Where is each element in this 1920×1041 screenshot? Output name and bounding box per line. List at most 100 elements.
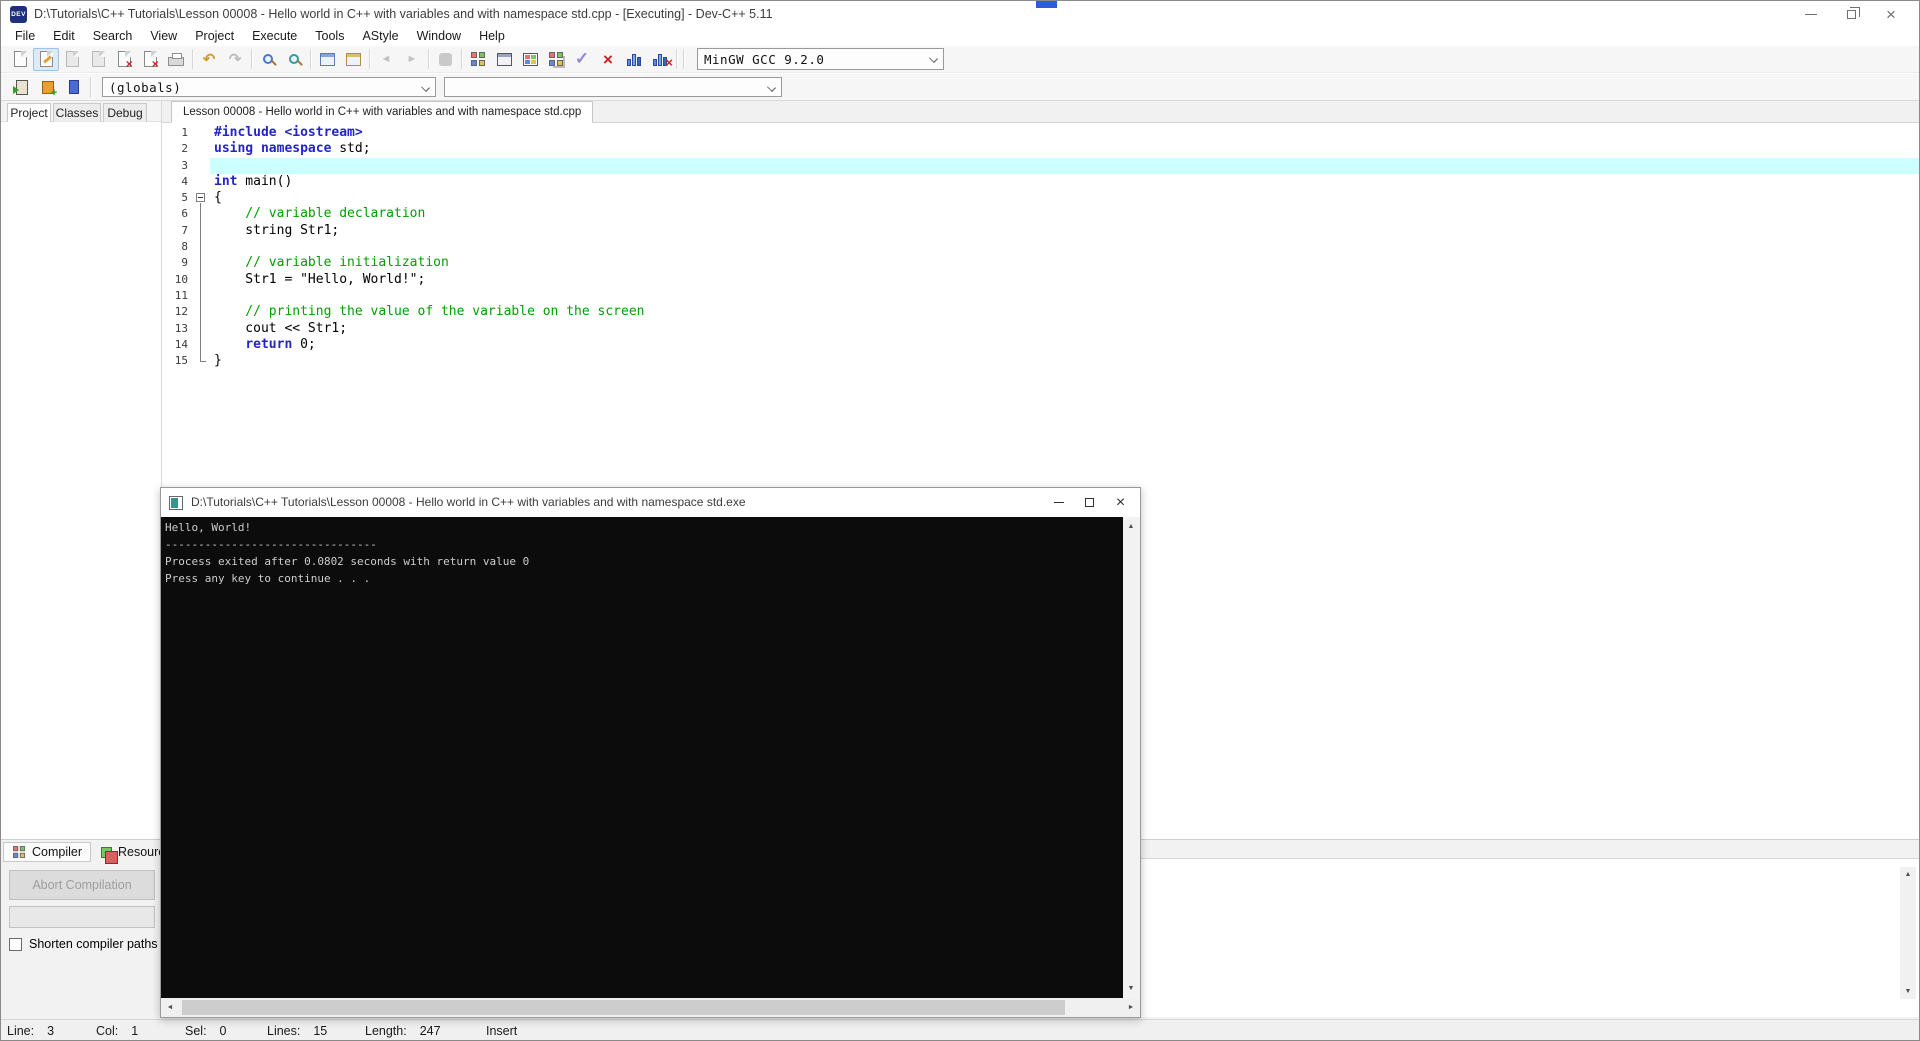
code-line-14[interactable]: 14 return 0; (162, 337, 1919, 353)
fold-margin[interactable] (192, 190, 210, 206)
goto-bookmarks-button[interactable] (61, 76, 87, 99)
back-button[interactable]: ◄ (373, 48, 399, 71)
code-line-12[interactable]: 12 // printing the value of the variable… (162, 304, 1919, 320)
toolbar-separator (428, 49, 429, 69)
code-line-11[interactable]: 11 (162, 288, 1919, 304)
insert-icon (16, 80, 28, 95)
console-output[interactable]: Hello, World!---------------------------… (161, 517, 1140, 998)
editor-tabstrip: Lesson 00008 - Hello world in C++ with v… (162, 101, 1919, 123)
compile-button[interactable] (465, 48, 491, 71)
code-line-15[interactable]: 15} (162, 353, 1919, 369)
code-line-1[interactable]: 1#include <iostream> (162, 125, 1919, 141)
code-line-4[interactable]: 4int main() (162, 174, 1919, 190)
rebuild-all-icon (549, 52, 563, 66)
insert-button[interactable] (9, 76, 35, 99)
fold-collapse-icon[interactable] (196, 193, 205, 202)
menu-item-2[interactable]: Search (84, 28, 142, 45)
toggle-bookmarks-icon (42, 81, 54, 94)
code-line-5[interactable]: 5{ (162, 190, 1919, 206)
save-button[interactable] (59, 48, 85, 71)
code-line-2[interactable]: 2using namespace std; (162, 141, 1919, 157)
menu-item-3[interactable]: View (141, 28, 186, 45)
globals-select[interactable]: (globals) (102, 77, 436, 97)
rebuild-all-button[interactable] (543, 48, 569, 71)
toggle-bookmarks-button[interactable] (35, 76, 61, 99)
menu-item-1[interactable]: Edit (44, 28, 84, 45)
console-window: D:\Tutorials\C++ Tutorials\Lesson 00008 … (160, 487, 1141, 1018)
compile-run-button[interactable] (517, 48, 543, 71)
save-all-button[interactable] (85, 48, 111, 71)
menu-item-7[interactable]: AStyle (353, 28, 407, 45)
profile-button[interactable] (621, 48, 647, 71)
code-line-6[interactable]: 6 // variable declaration (162, 206, 1919, 222)
scroll-right-icon[interactable]: ► (1122, 998, 1140, 1017)
undo-button[interactable]: ↶ (196, 48, 222, 71)
console-maximize-button[interactable] (1074, 488, 1105, 517)
menu-item-5[interactable]: Execute (243, 28, 306, 45)
goto-line-button[interactable] (314, 48, 340, 71)
shorten-paths-checkbox[interactable] (9, 938, 22, 951)
globals-select-value: (globals) (109, 80, 181, 95)
new-file-button[interactable] (7, 48, 33, 71)
sidebar-tab-project[interactable]: Project (7, 103, 51, 122)
minimize-button[interactable] (1791, 1, 1831, 28)
status-line: Line:3 (7, 1020, 54, 1041)
menu-item-8[interactable]: Window (408, 28, 470, 45)
compiler-select[interactable]: MinGW GCC 9.2.0 (697, 48, 944, 70)
scroll-down-icon[interactable]: ▼ (1123, 981, 1139, 996)
redo-button[interactable]: ↷ (222, 48, 248, 71)
line-number: 15 (162, 353, 192, 369)
code-line-8[interactable]: 8 (162, 239, 1919, 255)
menu-item-4[interactable]: Project (186, 28, 243, 45)
restore-button[interactable] (1831, 1, 1871, 28)
console-close-button[interactable]: × (1105, 488, 1136, 517)
new-file-icon (14, 51, 27, 67)
replace-button[interactable] (281, 48, 307, 71)
menu-item-0[interactable]: File (6, 28, 44, 45)
fold-margin (192, 206, 210, 222)
console-vertical-scrollbar[interactable]: ▲ ▼ (1123, 517, 1140, 998)
editor-tab[interactable]: Lesson 00008 - Hello world in C++ with v… (171, 101, 593, 123)
code-line-13[interactable]: 13 cout << Str1; (162, 321, 1919, 337)
forward-button[interactable]: ► (399, 48, 425, 71)
program-reset-button[interactable] (432, 48, 458, 71)
scrollbar-thumb[interactable] (182, 1000, 1065, 1015)
console-title-bar: D:\Tutorials\C++ Tutorials\Lesson 00008 … (161, 488, 1140, 517)
profile-icon (627, 53, 641, 66)
console-horizontal-scrollbar[interactable]: ◄ ► (161, 998, 1140, 1017)
close-file-button[interactable] (111, 48, 137, 71)
menu-item-6[interactable]: Tools (306, 28, 353, 45)
code-text (210, 288, 1919, 304)
code-line-10[interactable]: 10 Str1 = "Hello, World!"; (162, 272, 1919, 288)
abort-compilation-button[interactable]: Abort Compilation (9, 870, 155, 900)
console-app-icon (169, 496, 183, 510)
members-select[interactable] (444, 77, 782, 97)
find-button[interactable] (255, 48, 281, 71)
line-number: 4 (162, 174, 192, 190)
output-scrollbar[interactable]: ▲ ▼ (1900, 867, 1916, 999)
code-line-9[interactable]: 9 // variable initialization (162, 255, 1919, 271)
scroll-left-icon[interactable]: ◄ (161, 998, 179, 1017)
print-button[interactable] (163, 48, 189, 71)
console-minimize-button[interactable] (1043, 488, 1074, 517)
close-all-button[interactable] (137, 48, 163, 71)
delete-profiling-button[interactable]: × (647, 48, 673, 71)
insert-snippet-button[interactable] (340, 48, 366, 71)
run-button[interactable] (491, 48, 517, 71)
scroll-up-icon[interactable]: ▲ (1900, 867, 1916, 882)
open-button[interactable] (33, 48, 59, 71)
scroll-up-icon[interactable]: ▲ (1123, 519, 1139, 534)
code-text: // variable declaration (210, 206, 1919, 222)
stop-execution-button[interactable]: × (595, 48, 621, 71)
save-all-icon (92, 51, 105, 67)
sidebar-tab-classes[interactable]: Classes (53, 103, 101, 122)
sidebar-tab-debug[interactable]: Debug (103, 103, 147, 122)
tab-compiler[interactable]: Compiler (3, 842, 91, 862)
scroll-down-icon[interactable]: ▼ (1900, 984, 1916, 999)
syntax-check-button[interactable]: ✓ (569, 48, 595, 71)
menu-item-9[interactable]: Help (470, 28, 514, 45)
code-line-7[interactable]: 7 string Str1; (162, 223, 1919, 239)
close-button[interactable]: × (1871, 1, 1911, 28)
code-line-3[interactable]: 3 (162, 158, 1919, 174)
status-lines: Lines:15 (267, 1020, 327, 1041)
